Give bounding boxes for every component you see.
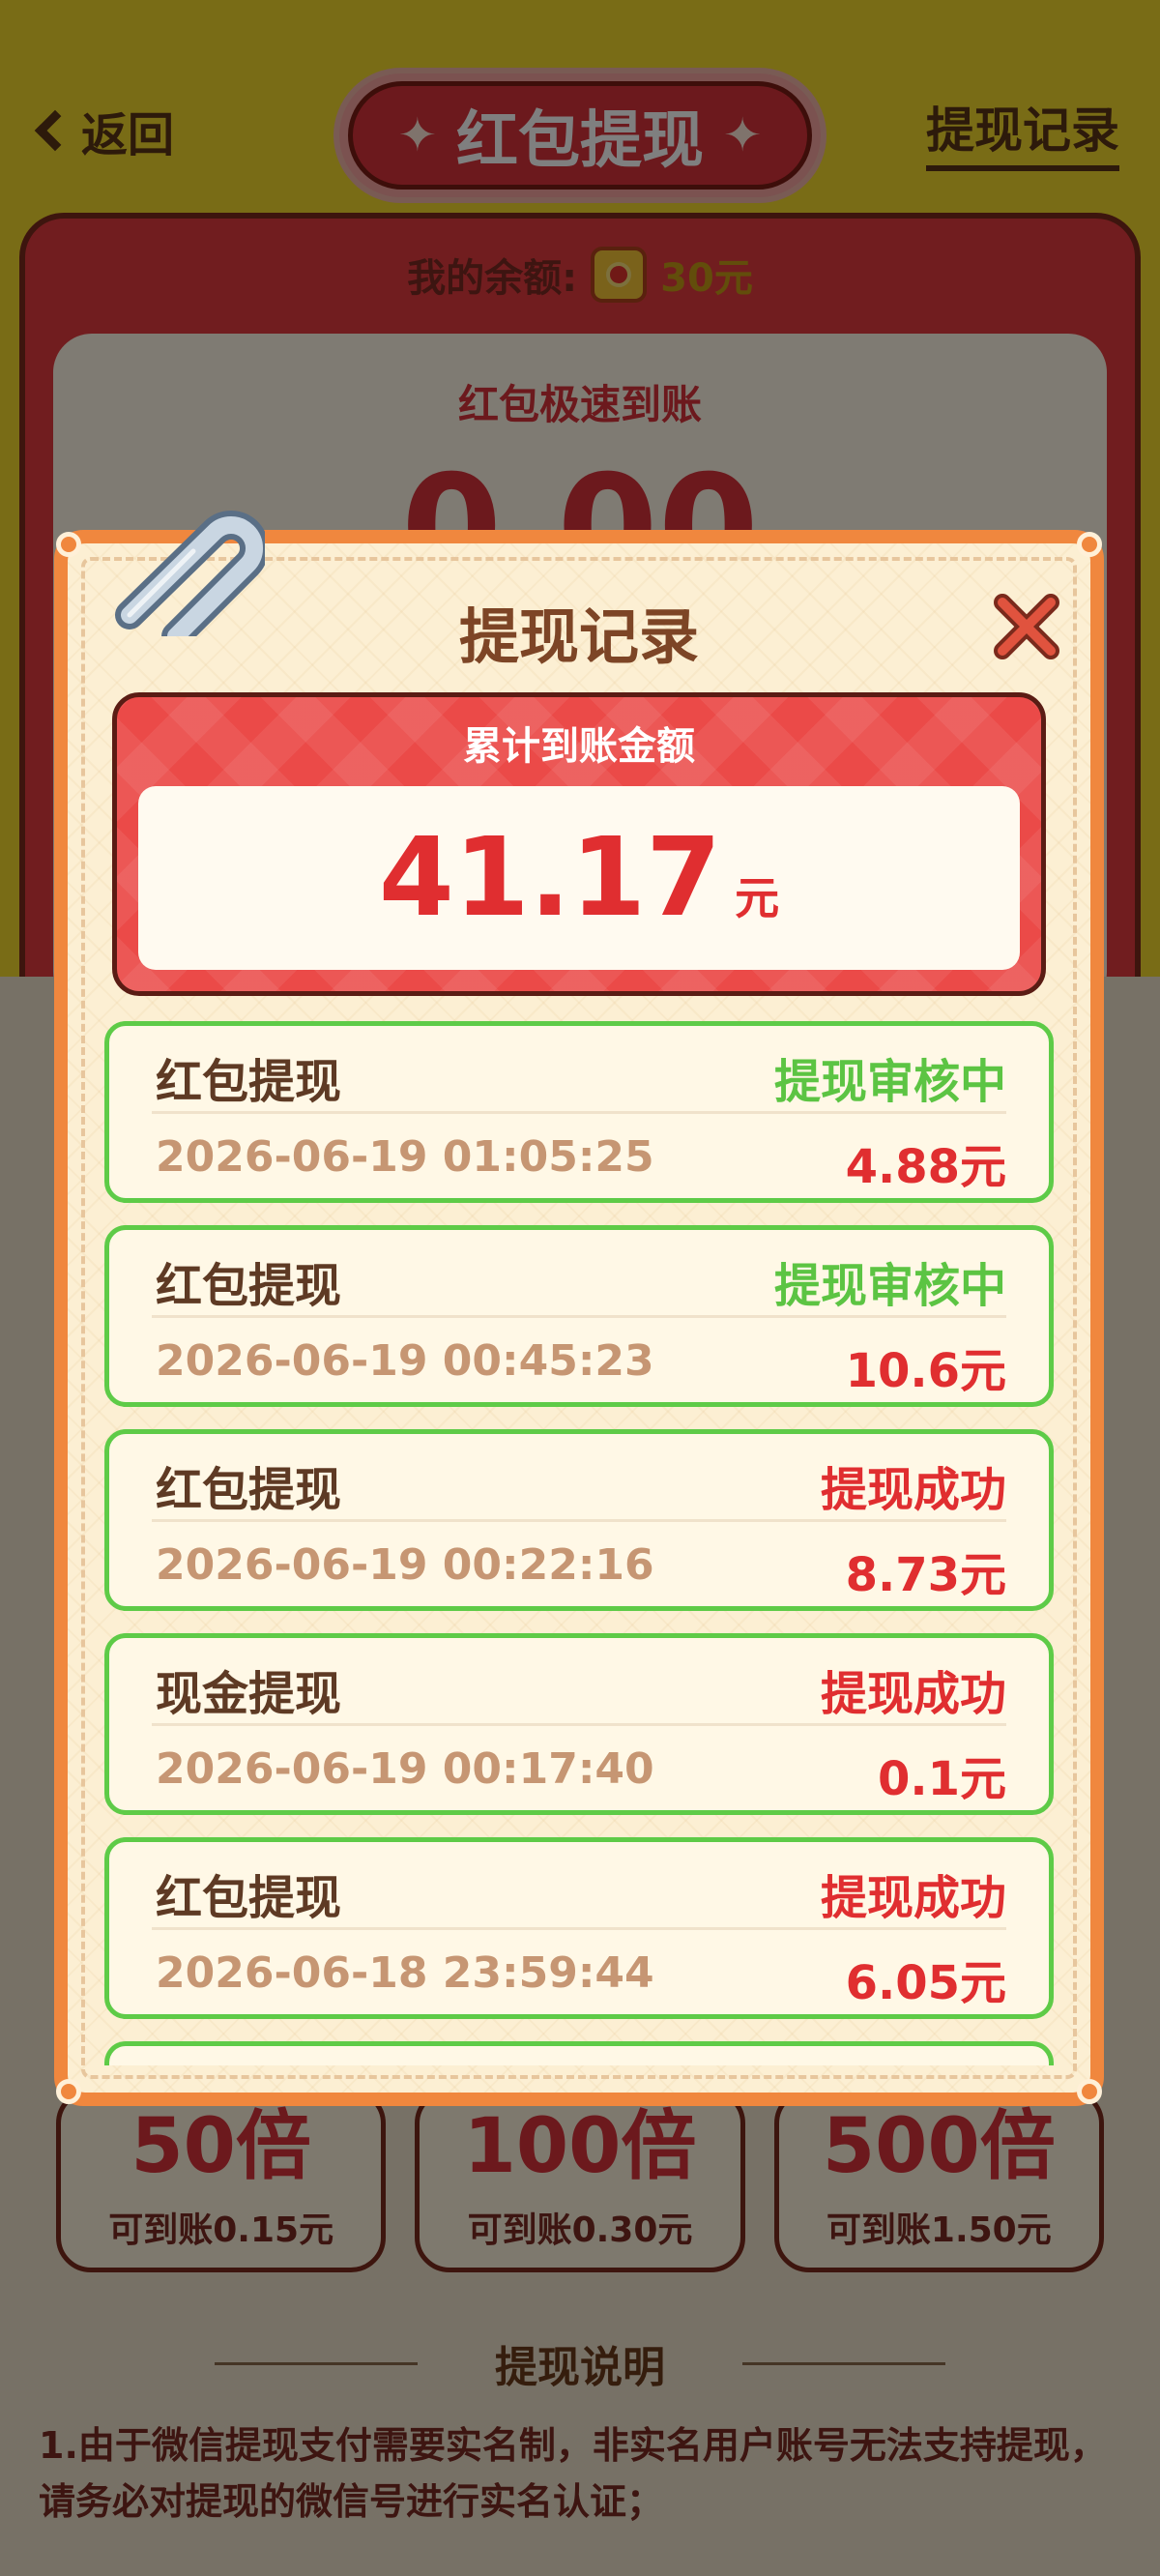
record-time: 2026-06-18 23:59:44 bbox=[156, 1948, 654, 1998]
corner-rivet bbox=[56, 2079, 81, 2104]
record-status: 提现审核中 bbox=[773, 1055, 1006, 1109]
record-item: 红包提现 提现成功 2026-06-19 00:22:16 8.73元 bbox=[104, 1429, 1054, 1611]
record-amount: 4.88元 bbox=[845, 1140, 1006, 1194]
record-item: 红包提现 提现审核中 2026-06-19 00:45:23 10.6元 bbox=[104, 1225, 1054, 1407]
close-button[interactable] bbox=[988, 588, 1065, 665]
record-status: 提现成功 bbox=[820, 1871, 1006, 1925]
record-time: 2026-06-19 01:05:25 bbox=[156, 1132, 654, 1182]
withdraw-record-modal: 提现记录 累计到账金额 41.17 元 红包提现 提现审核中 2026-06-1… bbox=[54, 510, 1104, 2106]
record-status: 提现成功 bbox=[820, 1667, 1006, 1721]
record-amount: 8.73元 bbox=[845, 1548, 1006, 1602]
record-type: 红包提现 bbox=[156, 1259, 342, 1313]
record-type: 红包提现 bbox=[156, 1463, 342, 1517]
record-list[interactable]: 红包提现 提现审核中 2026-06-19 01:05:25 4.88元 红包提… bbox=[104, 1021, 1054, 2065]
total-received-value: 41.17 bbox=[378, 815, 722, 941]
record-item: 红包提现 提现审核中 2026-06-19 01:05:25 4.88元 bbox=[104, 1021, 1054, 1203]
close-icon bbox=[994, 594, 1059, 659]
record-time: 2026-06-19 00:22:16 bbox=[156, 1540, 654, 1590]
record-type: 红包提现 bbox=[156, 1055, 342, 1109]
record-amount: 0.1元 bbox=[877, 1752, 1006, 1806]
total-received-unit: 元 bbox=[735, 872, 780, 924]
modal-title: 提现记录 bbox=[458, 601, 699, 672]
total-received-box: 41.17 元 bbox=[138, 786, 1020, 970]
record-type: 红包提现 bbox=[156, 1871, 342, 1925]
total-received-panel: 累计到账金额 41.17 元 bbox=[112, 692, 1046, 996]
record-item: 红包提现 提现成功 2026-06-18 23:59:44 6.05元 bbox=[104, 1837, 1054, 2019]
total-received-label: 累计到账金额 bbox=[463, 724, 695, 769]
record-status: 提现审核中 bbox=[773, 1259, 1006, 1313]
corner-rivet bbox=[56, 532, 81, 557]
record-type: 现金提现 bbox=[156, 1667, 342, 1721]
record-amount: 6.05元 bbox=[845, 1956, 1006, 2010]
record-amount: 10.6元 bbox=[845, 1344, 1006, 1398]
record-time: 2026-06-19 00:17:40 bbox=[156, 1744, 654, 1794]
record-item bbox=[104, 2041, 1054, 2065]
record-time: 2026-06-19 00:45:23 bbox=[156, 1336, 654, 1386]
record-item: 现金提现 提现成功 2026-06-19 00:17:40 0.1元 bbox=[104, 1633, 1054, 1815]
corner-rivet bbox=[1077, 2079, 1102, 2104]
record-status: 提现成功 bbox=[820, 1463, 1006, 1517]
corner-rivet bbox=[1077, 532, 1102, 557]
